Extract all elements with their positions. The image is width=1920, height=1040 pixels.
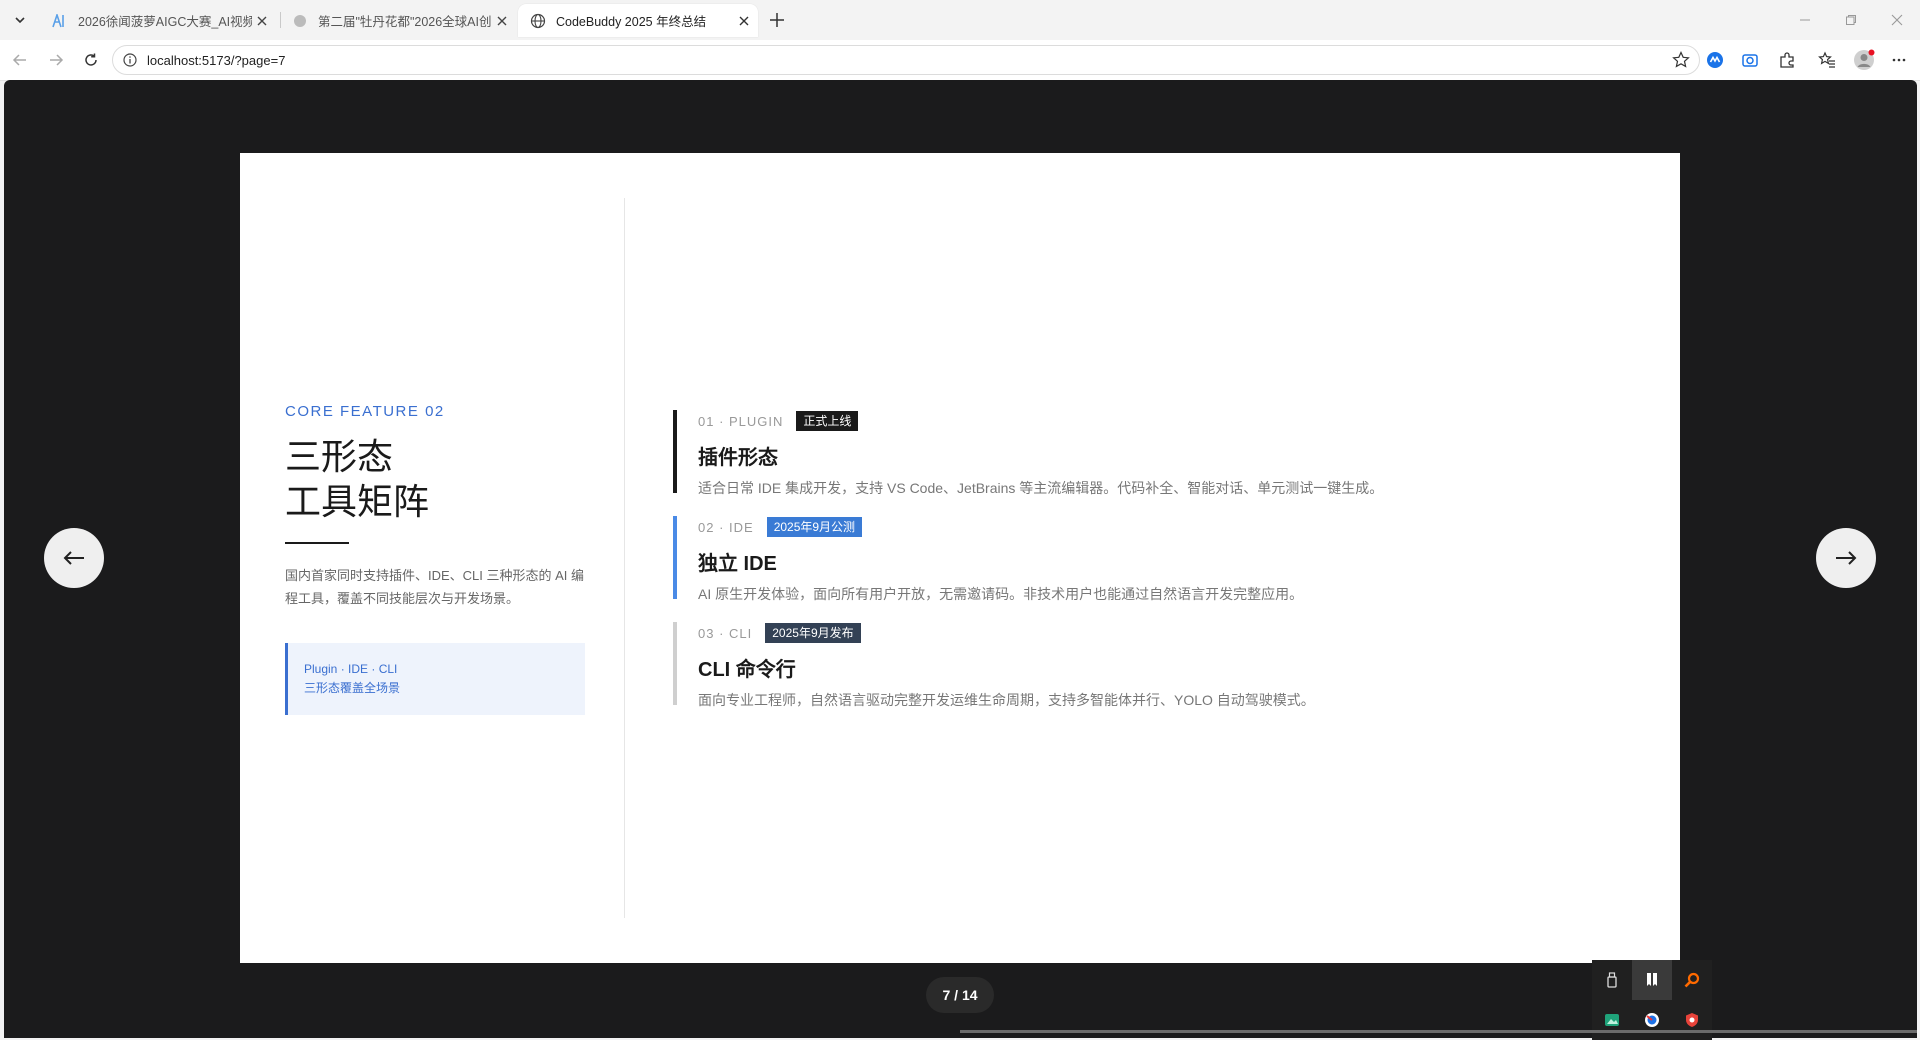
feature-item-cli: 03 · CLI 2025年9月发布 CLI 命令行 面向专业工程师，自然语言驱… — [673, 622, 1473, 708]
feature-code: 01 · PLUGIN — [698, 413, 784, 429]
feature-item-ide: 02 · IDE 2025年9月公测 独立 IDE AI 原生开发体验，面向所有… — [673, 516, 1473, 602]
site-favicon-icon — [292, 13, 308, 29]
prev-slide-button[interactable] — [44, 528, 104, 588]
feature-accent-bar — [673, 410, 677, 493]
close-tab-icon[interactable] — [252, 11, 272, 31]
search-magnifier-icon[interactable] — [1672, 960, 1712, 1000]
tab-aigc-contest[interactable]: 2026徐闻菠萝AIGC大赛_AI视频_AI — [40, 4, 276, 37]
page-viewport: CORE FEATURE 02 三形态 工具矩阵 国内首家同时支持插件、IDE、… — [4, 80, 1917, 1038]
tab-title: 第二届"牡丹花都"2026全球AI创作 — [318, 15, 492, 29]
headline-underline — [285, 542, 349, 544]
feature-title: 插件形态 — [698, 447, 778, 469]
security-shield-icon[interactable] — [1672, 1000, 1712, 1040]
callout-box: Plugin · IDE · CLI 三形态覆盖全场景 — [285, 643, 585, 715]
tab-peony-contest[interactable]: 第二届"牡丹花都"2026全球AI创作 — [280, 4, 516, 37]
feature-code: 03 · CLI — [698, 625, 753, 641]
slide-headline: 三形态 工具矩阵 — [285, 434, 585, 524]
slide-left-column: CORE FEATURE 02 三形态 工具矩阵 国内首家同时支持插件、IDE、… — [285, 403, 585, 715]
status-badge: 正式上线 — [796, 411, 859, 431]
screenshot-camera-icon[interactable] — [1738, 48, 1762, 72]
headline-line-1: 三形态 — [285, 436, 394, 477]
arrow-right-icon — [1836, 551, 1857, 565]
arrow-left-icon — [63, 551, 84, 565]
browser-app-icon[interactable] — [1632, 1000, 1672, 1040]
minimize-icon[interactable] — [1782, 0, 1828, 40]
image-app-icon[interactable] — [1592, 1000, 1632, 1040]
extension-blue-icon[interactable] — [1703, 48, 1727, 72]
feature-description: AI 原生开发体验，面向所有用户开放，无需邀请码。非技术用户也能通过自然语言开发… — [698, 586, 1304, 602]
feature-accent-bar — [673, 516, 677, 599]
slide-eyebrow: CORE FEATURE 02 — [285, 403, 445, 420]
slide-description: 国内首家同时支持插件、IDE、CLI 三种形态的 AI 编程工具，覆盖不同技能层… — [285, 568, 585, 606]
feature-header: 03 · CLI 2025年9月发布 — [698, 622, 1473, 644]
feature-title: CLI 命令行 — [698, 659, 796, 681]
feature-title: 独立 IDE — [698, 553, 777, 575]
status-badge: 2025年9月发布 — [765, 623, 861, 643]
feature-header: 01 · PLUGIN 正式上线 — [698, 410, 1473, 432]
floating-tray — [1592, 960, 1712, 1040]
tab-actions-chevron-down-icon[interactable] — [8, 8, 32, 32]
new-tab-plus-icon[interactable] — [765, 8, 789, 32]
feature-description: 适合日常 IDE 集成开发，支持 VS Code、JetBrains 等主流编辑… — [698, 480, 1384, 496]
tab-title: 2026徐闻菠萝AIGC大赛_AI视频_AI — [78, 15, 252, 29]
close-window-icon[interactable] — [1874, 0, 1920, 40]
profile-avatar-icon[interactable] — [1852, 48, 1876, 72]
status-badge: 2025年9月公测 — [766, 517, 863, 537]
restore-icon[interactable] — [1828, 0, 1874, 40]
feature-list: 01 · PLUGIN 正式上线 插件形态 适合日常 IDE 集成开发，支持 V… — [673, 410, 1473, 728]
feature-accent-bar — [673, 622, 677, 705]
site-info-icon[interactable] — [121, 51, 139, 69]
url-field[interactable]: localhost:5173/?page=7 — [112, 45, 1700, 75]
slide: CORE FEATURE 02 三形态 工具矩阵 国内首家同时支持插件、IDE、… — [240, 153, 1680, 963]
extensions-puzzle-icon[interactable] — [1775, 48, 1799, 72]
close-tab-icon[interactable] — [492, 11, 512, 31]
close-tab-icon[interactable] — [734, 11, 754, 31]
scroll-indicator-bar — [960, 1030, 1917, 1033]
favorites-collection-icon[interactable] — [1815, 48, 1839, 72]
column-divider — [624, 198, 625, 918]
feature-header: 02 · IDE 2025年9月公测 — [698, 516, 1473, 538]
back-arrow-icon[interactable] — [8, 48, 32, 72]
forward-arrow-icon[interactable] — [44, 48, 68, 72]
url-text: localhost:5173/?page=7 — [147, 52, 286, 68]
tab-title: CodeBuddy 2025 年终总结 — [556, 15, 707, 29]
callout-line-1: Plugin · IDE · CLI — [304, 662, 398, 676]
tab-codebuddy[interactable]: CodeBuddy 2025 年终总结 — [518, 4, 758, 37]
feature-item-plugin: 01 · PLUGIN 正式上线 插件形态 适合日常 IDE 集成开发，支持 V… — [673, 410, 1473, 496]
usb-device-icon[interactable] — [1592, 960, 1632, 1000]
callout-line-2: 三形态覆盖全场景 — [304, 681, 401, 695]
headline-line-2: 工具矩阵 — [285, 481, 430, 522]
feature-description: 面向专业工程师，自然语言驱动完整开发运维生命周期，支持多智能体并行、YOLO 自… — [698, 692, 1315, 708]
ai-logo-icon — [52, 13, 68, 29]
favorite-star-icon[interactable] — [1671, 50, 1691, 70]
next-slide-button[interactable] — [1816, 528, 1876, 588]
feature-code: 02 · IDE — [698, 519, 754, 535]
page-counter: 7 / 14 — [926, 977, 994, 1013]
more-menu-icon[interactable] — [1887, 48, 1911, 72]
bookmark-app-icon[interactable] — [1632, 960, 1672, 1000]
address-bar-row: localhost:5173/?page=7 — [0, 40, 1920, 81]
tab-strip: 2026徐闻菠萝AIGC大赛_AI视频_AI 第二届"牡丹花都"2026全球AI… — [0, 0, 1920, 40]
refresh-icon[interactable] — [79, 48, 103, 72]
globe-icon — [530, 13, 546, 29]
